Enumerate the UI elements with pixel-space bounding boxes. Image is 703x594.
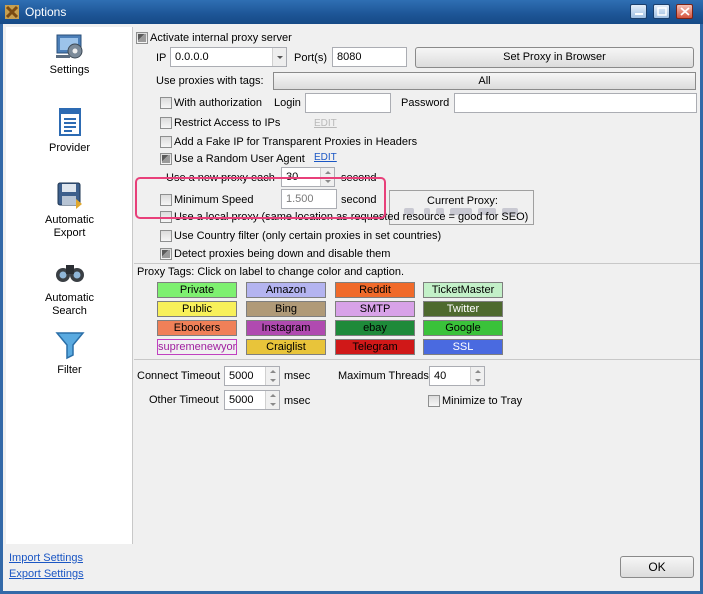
ip-combobox[interactable]: 0.0.0.0 bbox=[170, 47, 287, 67]
tag-button[interactable]: Public bbox=[157, 301, 237, 317]
current-proxy-label: Current Proxy: bbox=[427, 195, 498, 207]
restrict-access-label: Restrict Access to IPs bbox=[174, 117, 281, 129]
other-timeout-input[interactable]: 5000 bbox=[224, 390, 280, 410]
sidebar-item-settings[interactable]: Settings bbox=[6, 29, 133, 77]
client-area: Settings Provider Automatic Export Autom… bbox=[3, 24, 700, 591]
settings-icon bbox=[54, 29, 86, 61]
random-user-agent-label: Use a Random User Agent bbox=[174, 153, 305, 165]
detect-down-label: Detect proxies being down and disable th… bbox=[174, 248, 391, 260]
max-threads-input[interactable]: 40 bbox=[429, 366, 485, 386]
app-icon bbox=[4, 4, 20, 20]
export-disk-icon bbox=[54, 179, 86, 211]
login-label: Login bbox=[274, 97, 301, 109]
sidebar-item-filter[interactable]: Filter bbox=[6, 329, 133, 377]
max-threads-spinner[interactable] bbox=[470, 367, 484, 385]
funnel-icon bbox=[54, 329, 86, 361]
import-settings-link[interactable]: Import Settings bbox=[9, 552, 83, 564]
with-authorization-label: With authorization bbox=[174, 97, 263, 109]
divider bbox=[134, 359, 700, 360]
port-input[interactable]: 8080 bbox=[332, 47, 407, 67]
password-input[interactable] bbox=[454, 93, 697, 113]
sidebar-item-label: Filter bbox=[57, 364, 82, 376]
port-label: Port(s) bbox=[294, 52, 327, 64]
tag-button[interactable]: SMTP bbox=[335, 301, 415, 317]
minimize-button[interactable] bbox=[630, 4, 647, 19]
login-input[interactable] bbox=[305, 93, 391, 113]
close-button[interactable] bbox=[676, 4, 693, 19]
sidebar: Settings Provider Automatic Export Autom… bbox=[6, 27, 133, 544]
tag-button[interactable]: Instagram bbox=[246, 320, 326, 336]
restrict-access-edit-link[interactable]: EDIT bbox=[314, 118, 337, 129]
tag-button[interactable]: Bing bbox=[246, 301, 326, 317]
title-bar: Options bbox=[0, 0, 703, 24]
tag-button[interactable]: Reddit bbox=[335, 282, 415, 298]
sidebar-item-label: Settings bbox=[49, 64, 90, 76]
tag-button[interactable]: Craiglist bbox=[246, 339, 326, 355]
minimize-to-tray-label: Minimize to Tray bbox=[442, 395, 523, 407]
sidebar-item-label: Automatic Search bbox=[45, 292, 94, 317]
tag-button[interactable]: Ebookers bbox=[157, 320, 237, 336]
export-settings-link[interactable]: Export Settings bbox=[9, 568, 84, 580]
ok-button[interactable]: OK bbox=[620, 556, 694, 578]
other-timeout-unit: msec bbox=[284, 395, 311, 407]
sidebar-item-automatic-search[interactable]: Automatic Search bbox=[6, 257, 133, 318]
activate-proxy-label: Activate internal proxy server bbox=[150, 32, 292, 44]
tag-button[interactable]: TicketMaster bbox=[423, 282, 503, 298]
minimize-to-tray-checkbox[interactable] bbox=[428, 395, 440, 407]
tag-button[interactable]: supremenewyork bbox=[157, 339, 237, 355]
provider-icon bbox=[54, 107, 86, 139]
sidebar-item-automatic-export[interactable]: Automatic Export bbox=[6, 179, 133, 240]
ip-value: 0.0.0.0 bbox=[175, 51, 209, 63]
fake-ip-checkbox[interactable] bbox=[160, 136, 172, 148]
connect-timeout-label: Connect Timeout bbox=[137, 370, 221, 382]
proxy-tags-select[interactable]: All bbox=[273, 72, 696, 90]
max-threads-label: Maximum Threads bbox=[338, 370, 429, 382]
sidebar-item-provider[interactable]: Provider bbox=[6, 107, 133, 155]
window-title: Options bbox=[25, 5, 67, 19]
tag-button[interactable]: Twitter bbox=[423, 301, 503, 317]
divider bbox=[134, 263, 700, 264]
activate-proxy-checkbox[interactable] bbox=[136, 32, 148, 44]
chevron-down-icon[interactable] bbox=[272, 48, 286, 66]
proxy-tags-label: Use proxies with tags: bbox=[156, 75, 264, 87]
other-timeout-label: Other Timeout bbox=[149, 394, 219, 406]
random-user-agent-checkbox[interactable] bbox=[160, 153, 172, 165]
password-label: Password bbox=[401, 97, 450, 109]
tag-button[interactable]: ebay bbox=[335, 320, 415, 336]
proxy-tags-header: Proxy Tags: Click on label to change col… bbox=[137, 266, 405, 278]
tag-button[interactable]: SSL bbox=[423, 339, 503, 355]
connect-timeout-spinner[interactable] bbox=[265, 367, 279, 385]
window-frame: Settings Provider Automatic Export Autom… bbox=[0, 24, 703, 594]
tag-button[interactable]: Amazon bbox=[246, 282, 326, 298]
random-user-agent-edit-link[interactable]: EDIT bbox=[314, 152, 337, 163]
detect-down-checkbox[interactable] bbox=[160, 248, 172, 260]
tag-button[interactable]: Private bbox=[157, 282, 237, 298]
tag-button[interactable]: Google bbox=[423, 320, 503, 336]
country-filter-checkbox[interactable] bbox=[160, 230, 172, 242]
connect-timeout-input[interactable]: 5000 bbox=[224, 366, 280, 386]
maximize-button[interactable] bbox=[653, 4, 670, 19]
sidebar-item-label: Provider bbox=[49, 142, 90, 154]
binoculars-icon bbox=[54, 257, 86, 289]
fake-ip-label: Add a Fake IP for Transparent Proxies in… bbox=[174, 136, 418, 148]
connect-timeout-value: 5000 bbox=[229, 370, 254, 382]
other-timeout-value: 5000 bbox=[229, 394, 254, 406]
connect-timeout-unit: msec bbox=[284, 370, 311, 382]
other-timeout-spinner[interactable] bbox=[265, 391, 279, 409]
with-authorization-checkbox[interactable] bbox=[160, 97, 172, 109]
country-filter-label: Use Country filter (only certain proxies… bbox=[174, 230, 442, 242]
set-proxy-in-browser-button[interactable]: Set Proxy in Browser bbox=[415, 47, 694, 68]
sidebar-item-label: Automatic Export bbox=[45, 214, 94, 239]
highlight-annotation bbox=[135, 177, 386, 219]
tag-button[interactable]: Telegram bbox=[335, 339, 415, 355]
max-threads-value: 40 bbox=[434, 370, 447, 382]
ip-label: IP bbox=[156, 52, 167, 64]
restrict-access-checkbox[interactable] bbox=[160, 117, 172, 129]
